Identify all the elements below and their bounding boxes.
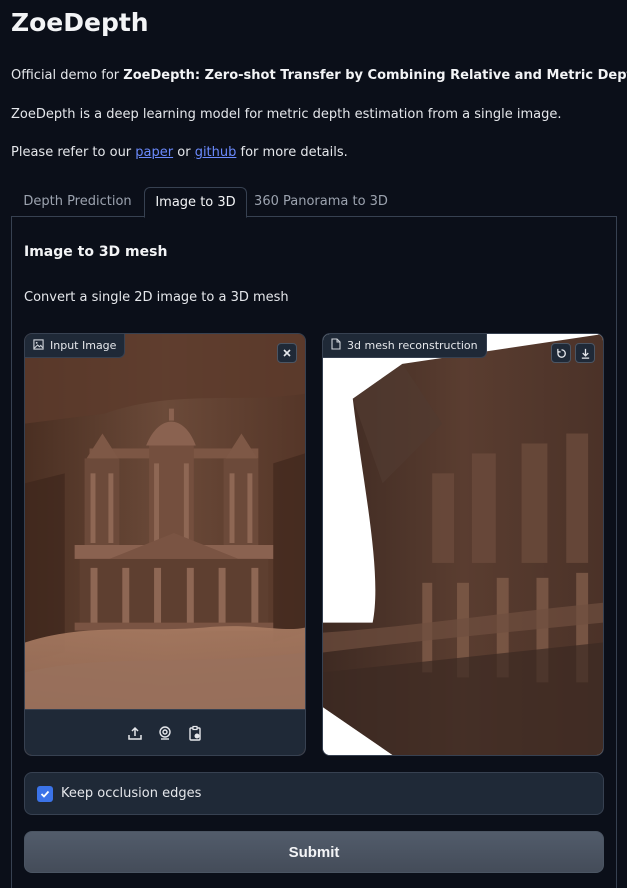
paper-link[interactable]: paper [135,145,173,160]
intro-bold: ZoeDepth: Zero-shot Transfer by Combinin… [123,68,627,83]
intro-text: Official demo for ZoeDepth: Zero-shot Tr… [11,68,627,83]
occlusion-checkbox-label[interactable]: Keep occlusion edges [61,786,201,801]
download-icon[interactable] [575,343,595,363]
submit-button[interactable]: Submit [24,831,604,873]
input-image-label-text: Input Image [50,339,117,352]
refer-or: or [173,145,195,160]
tab-bar: Depth Prediction Image to 3D 360 Panoram… [11,187,617,218]
mesh-output-box[interactable]: 3d mesh reconstruction [322,333,604,756]
intro-prefix: Official demo for [11,68,124,83]
tab-360-panorama[interactable]: 360 Panorama to 3D [251,187,391,218]
section-description: Convert a single 2D image to a 3D mesh [24,290,289,305]
mesh-render [323,334,603,755]
mesh-output-label-text: 3d mesh reconstruction [347,339,478,352]
description-text: ZoeDepth is a deep learning model for me… [11,107,562,122]
input-image-label: Input Image [25,334,126,358]
occlusion-option-row: Keep occlusion edges [24,772,604,815]
rotate-icon[interactable] [551,343,571,363]
section-title: Image to 3D mesh [24,244,168,260]
page: ZoeDepth Official demo for ZoeDepth: Zer… [0,0,627,888]
image-icon [33,338,44,353]
input-toolbar [25,709,305,755]
input-image [25,334,305,755]
github-link[interactable]: github [195,145,237,160]
refer-prefix: Please refer to our [11,145,136,160]
tab-image-to-3d[interactable]: Image to 3D [144,187,247,218]
refer-text: Please refer to our paper or github for … [11,145,348,160]
upload-icon[interactable] [126,724,144,742]
file-icon [331,338,341,353]
page-title: ZoeDepth [11,8,149,37]
check-icon [40,790,50,798]
clipboard-icon[interactable] [186,724,204,742]
tab-depth-prediction[interactable]: Depth Prediction [11,187,144,218]
occlusion-checkbox[interactable] [37,785,53,802]
input-image-box[interactable]: Input Image [24,333,306,756]
close-icon[interactable] [277,343,297,363]
mesh-output-label: 3d mesh reconstruction [323,334,487,358]
refer-suffix: for more details. [236,145,348,160]
webcam-icon[interactable] [156,724,174,742]
